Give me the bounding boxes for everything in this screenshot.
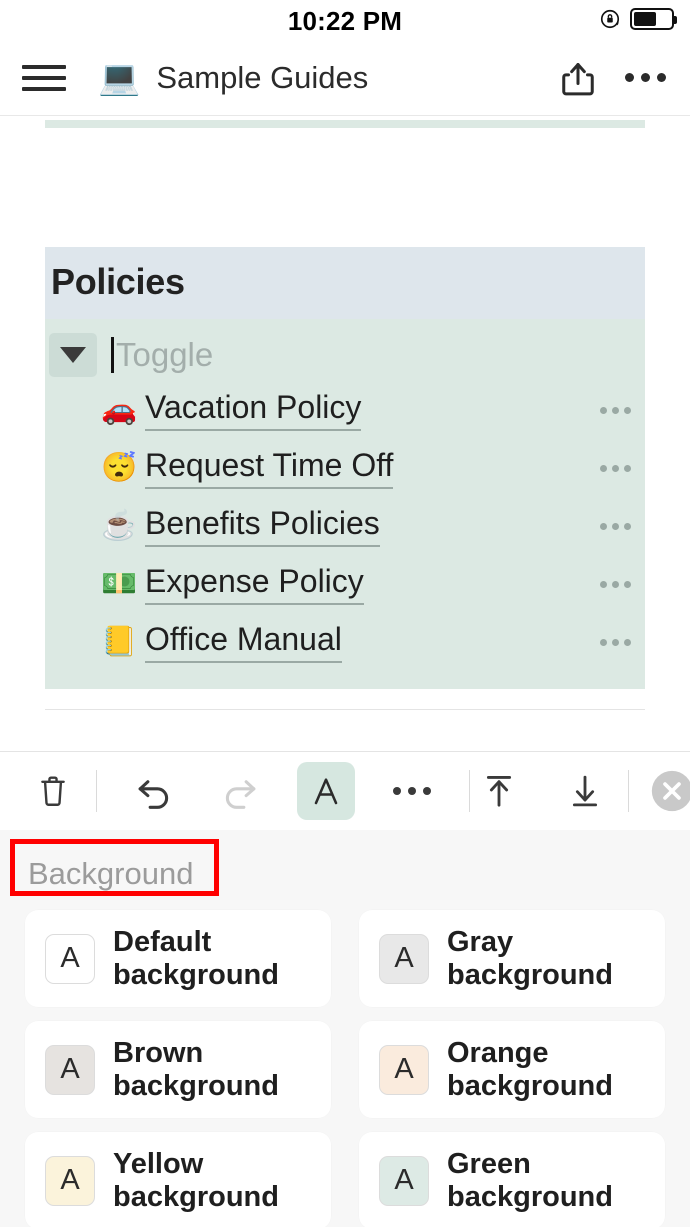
item-more-icon[interactable] xyxy=(600,406,631,414)
list-item-emoji-icon: ☕ xyxy=(101,509,138,542)
toggle-block: Toggle 🚗 Vacation Policy 😴 Request Time … xyxy=(45,319,645,689)
text-format-a-icon[interactable] xyxy=(297,762,355,820)
item-more-icon[interactable] xyxy=(600,638,631,646)
label-line-2: background xyxy=(447,1180,613,1213)
label-line-2: background xyxy=(113,958,279,991)
undo-icon[interactable] xyxy=(125,762,183,820)
list-item[interactable]: 💵 Expense Policy xyxy=(45,555,645,613)
list-item-emoji-icon: 🚗 xyxy=(101,393,138,426)
trash-icon[interactable] xyxy=(24,762,82,820)
background-option-label: Green background xyxy=(447,1148,645,1213)
background-option-label: Yellow background xyxy=(113,1148,311,1213)
policies-section: Policies Toggle 🚗 Vacation Policy 😴 Requ… xyxy=(45,247,645,689)
clipped-block-above xyxy=(45,120,645,128)
close-circle-icon[interactable] xyxy=(643,762,690,820)
label-line-1: Green xyxy=(447,1148,531,1181)
move-down-icon[interactable] xyxy=(556,762,614,820)
status-bar-time: 10:22 PM xyxy=(287,6,403,36)
label-line-1: Orange xyxy=(447,1037,549,1070)
share-icon[interactable] xyxy=(559,57,597,99)
label-line-2: background xyxy=(113,1180,279,1213)
list-item-emoji-icon: 😴 xyxy=(101,451,138,484)
background-option-brown[interactable]: A Brown background xyxy=(25,1021,331,1118)
app-header: 💻 Sample Guides xyxy=(0,40,690,116)
document-body: Policies Toggle 🚗 Vacation Policy 😴 Requ… xyxy=(0,116,690,751)
status-bar: 10:22 PM xyxy=(0,0,690,40)
list-item[interactable]: 📒 Office Manual xyxy=(45,613,645,671)
label-line-2: background xyxy=(447,958,613,991)
status-bar-indicators xyxy=(599,8,677,30)
background-option-label: Brown background xyxy=(113,1037,311,1102)
label-line-1: Default xyxy=(113,926,212,959)
swatch-orange: A xyxy=(379,1044,429,1095)
list-item-label[interactable]: Benefits Policies xyxy=(145,505,380,547)
background-section-label: Background xyxy=(28,856,194,891)
swatch-green: A xyxy=(379,1155,429,1206)
swatch-brown: A xyxy=(45,1044,95,1095)
battery-icon xyxy=(630,8,677,30)
list-item-label[interactable]: Office Manual xyxy=(145,621,342,663)
more-options-icon[interactable] xyxy=(383,762,441,820)
rotation-lock-icon xyxy=(600,9,620,29)
swatch-gray: A xyxy=(379,933,429,984)
label-line-1: Gray xyxy=(447,926,514,959)
text-cursor xyxy=(111,337,114,373)
background-option-orange[interactable]: A Orange background xyxy=(359,1021,665,1118)
list-item[interactable]: 🚗 Vacation Policy xyxy=(45,381,645,439)
swatch-default: A xyxy=(45,933,95,984)
redo-icon[interactable] xyxy=(211,762,269,820)
policies-header-block[interactable]: Policies xyxy=(45,247,645,319)
swatch-yellow: A xyxy=(45,1155,95,1206)
move-to-top-icon[interactable] xyxy=(470,762,528,820)
background-options-grid: A Default background A Gray background A… xyxy=(0,910,690,1227)
background-option-green[interactable]: A Green background xyxy=(359,1132,665,1227)
background-label-wrap: Background xyxy=(0,830,690,910)
label-line-1: Yellow xyxy=(113,1148,204,1181)
list-item-label[interactable]: Request Time Off xyxy=(145,447,394,489)
toolbar-separator xyxy=(628,770,629,812)
toolbar-separator xyxy=(96,770,97,812)
page-title: Sample Guides xyxy=(156,59,369,95)
background-option-label: Default background xyxy=(113,926,311,991)
background-color-panel: Background A Default background A Gray b… xyxy=(0,830,690,1227)
background-option-label: Gray background xyxy=(447,926,645,991)
label-line-2: background xyxy=(447,1069,613,1102)
list-item[interactable]: 😴 Request Time Off xyxy=(45,439,645,497)
hamburger-menu-icon[interactable] xyxy=(22,61,66,95)
document-emoji-icon: 💻 xyxy=(98,58,141,97)
label-line-2: background xyxy=(113,1069,279,1102)
header-actions xyxy=(559,57,668,99)
item-more-icon[interactable] xyxy=(600,522,631,530)
section-title: Policies xyxy=(51,261,185,302)
toggle-collapse-arrow-icon[interactable] xyxy=(49,333,97,377)
toggle-row[interactable]: Toggle xyxy=(45,329,645,381)
label-line-1: Brown xyxy=(113,1037,204,1070)
list-item-emoji-icon: 📒 xyxy=(101,625,138,658)
more-options-icon[interactable] xyxy=(623,67,668,88)
item-more-icon[interactable] xyxy=(600,580,631,588)
list-item[interactable]: ☕ Benefits Policies xyxy=(45,497,645,555)
document-divider xyxy=(45,709,645,710)
item-more-icon[interactable] xyxy=(600,464,631,472)
edit-toolbar xyxy=(0,751,690,830)
background-option-default[interactable]: A Default background xyxy=(25,910,331,1007)
app-root: 10:22 PM 💻 Sample Guides Policies Toggle… xyxy=(0,0,690,1227)
background-option-label: Orange background xyxy=(447,1037,645,1102)
list-item-label[interactable]: Vacation Policy xyxy=(145,389,362,431)
background-option-yellow[interactable]: A Yellow background xyxy=(25,1132,331,1227)
background-option-gray[interactable]: A Gray background xyxy=(359,910,665,1007)
list-item-label[interactable]: Expense Policy xyxy=(145,563,364,605)
list-item-emoji-icon: 💵 xyxy=(101,567,138,600)
toggle-placeholder[interactable]: Toggle xyxy=(116,336,213,374)
